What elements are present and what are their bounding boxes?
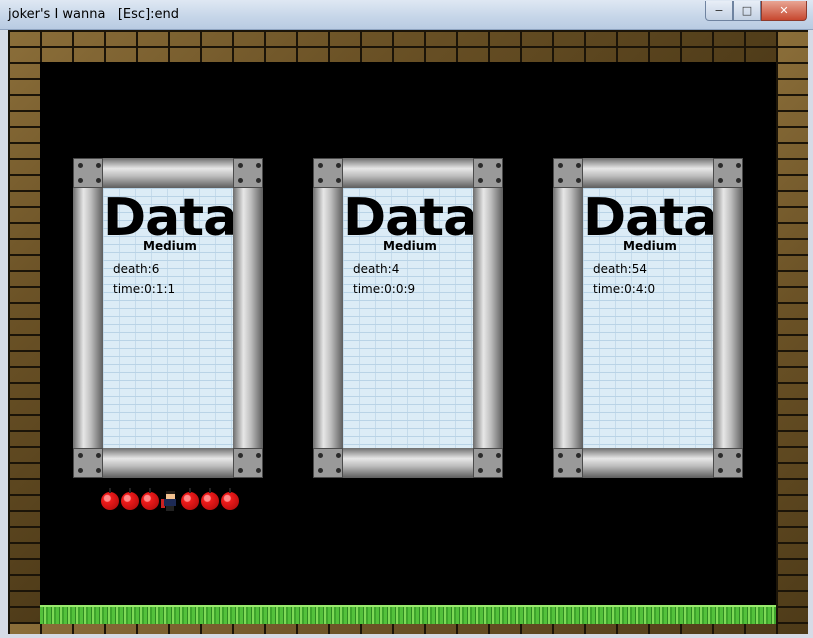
bolt-plate-icon: [553, 158, 583, 188]
window-titlebar[interactable]: joker's I wanna [Esc]:end − □ ✕: [0, 0, 813, 30]
bolt-plate-icon: [473, 448, 503, 478]
close-button[interactable]: ✕: [761, 1, 807, 21]
bolt-plate-icon: [313, 158, 343, 188]
slot-name: Data3: [583, 188, 713, 248]
save-slot-3[interactable]: Data3 Medium death:54 time:0:4:0: [553, 158, 743, 478]
maximize-button[interactable]: □: [733, 1, 761, 21]
slot-death-count: death:54: [593, 262, 647, 276]
bolt-plate-icon: [233, 448, 263, 478]
slot-difficulty: Medium: [623, 239, 677, 253]
grass-floor: [40, 605, 776, 624]
save-slot-panel: Data3 Medium death:54 time:0:4:0: [583, 188, 713, 448]
slot-death-count: death:4: [353, 262, 400, 276]
bolt-plate-icon: [313, 448, 343, 478]
window-title: joker's I wanna [Esc]:end: [8, 7, 180, 22]
brick-wall-top: [8, 30, 808, 62]
bolt-plate-icon: [713, 448, 743, 478]
pipe-top: [101, 158, 235, 188]
difficulty-selector[interactable]: [101, 488, 241, 511]
bolt-plate-icon: [233, 158, 263, 188]
pipe-top: [581, 158, 715, 188]
player-kid-icon: [161, 491, 179, 511]
save-slot-panel: Data1 Medium death:6 time:0:1:1: [103, 188, 233, 448]
cherry-icon[interactable]: [201, 488, 219, 510]
slot-play-time: time:0:0:9: [353, 282, 416, 296]
save-slot-1[interactable]: Data1 Medium death:6 time:0:1:1: [73, 158, 263, 478]
bolt-plate-icon: [73, 448, 103, 478]
cherry-icon[interactable]: [101, 488, 119, 510]
bolt-plate-icon: [473, 158, 503, 188]
slot-name: Data2: [343, 188, 473, 248]
slot-name: Data1: [103, 188, 233, 248]
cherry-icon[interactable]: [181, 488, 199, 510]
slot-death-count: death:6: [113, 262, 160, 276]
slot-play-time: time:0:1:1: [113, 282, 176, 296]
pipe-top: [341, 158, 475, 188]
brick-wall-right: [776, 30, 808, 634]
minimize-button[interactable]: −: [705, 1, 733, 21]
pipe-left: [553, 186, 583, 450]
pipe-bottom: [101, 448, 235, 478]
bolt-plate-icon: [73, 158, 103, 188]
save-slot-panel: Data2 Medium death:4 time:0:0:9: [343, 188, 473, 448]
pipe-left: [73, 186, 103, 450]
slot-difficulty: Medium: [143, 239, 197, 253]
pipe-left: [313, 186, 343, 450]
pipe-right: [473, 186, 503, 450]
game-canvas[interactable]: Data1 Medium death:6 time:0:1:1 Data2 Me…: [8, 30, 808, 634]
slot-difficulty: Medium: [383, 239, 437, 253]
bolt-plate-icon: [553, 448, 583, 478]
pipe-right: [713, 186, 743, 450]
slot-play-time: time:0:4:0: [593, 282, 656, 296]
window-controls: − □ ✕: [705, 1, 807, 21]
bolt-plate-icon: [713, 158, 743, 188]
cherry-icon[interactable]: [221, 488, 239, 510]
brick-wall-left: [8, 30, 40, 634]
save-slot-2[interactable]: Data2 Medium death:4 time:0:0:9: [313, 158, 503, 478]
pipe-bottom: [341, 448, 475, 478]
pipe-right: [233, 186, 263, 450]
cherry-icon[interactable]: [141, 488, 159, 510]
pipe-bottom: [581, 448, 715, 478]
cherry-icon[interactable]: [121, 488, 139, 510]
